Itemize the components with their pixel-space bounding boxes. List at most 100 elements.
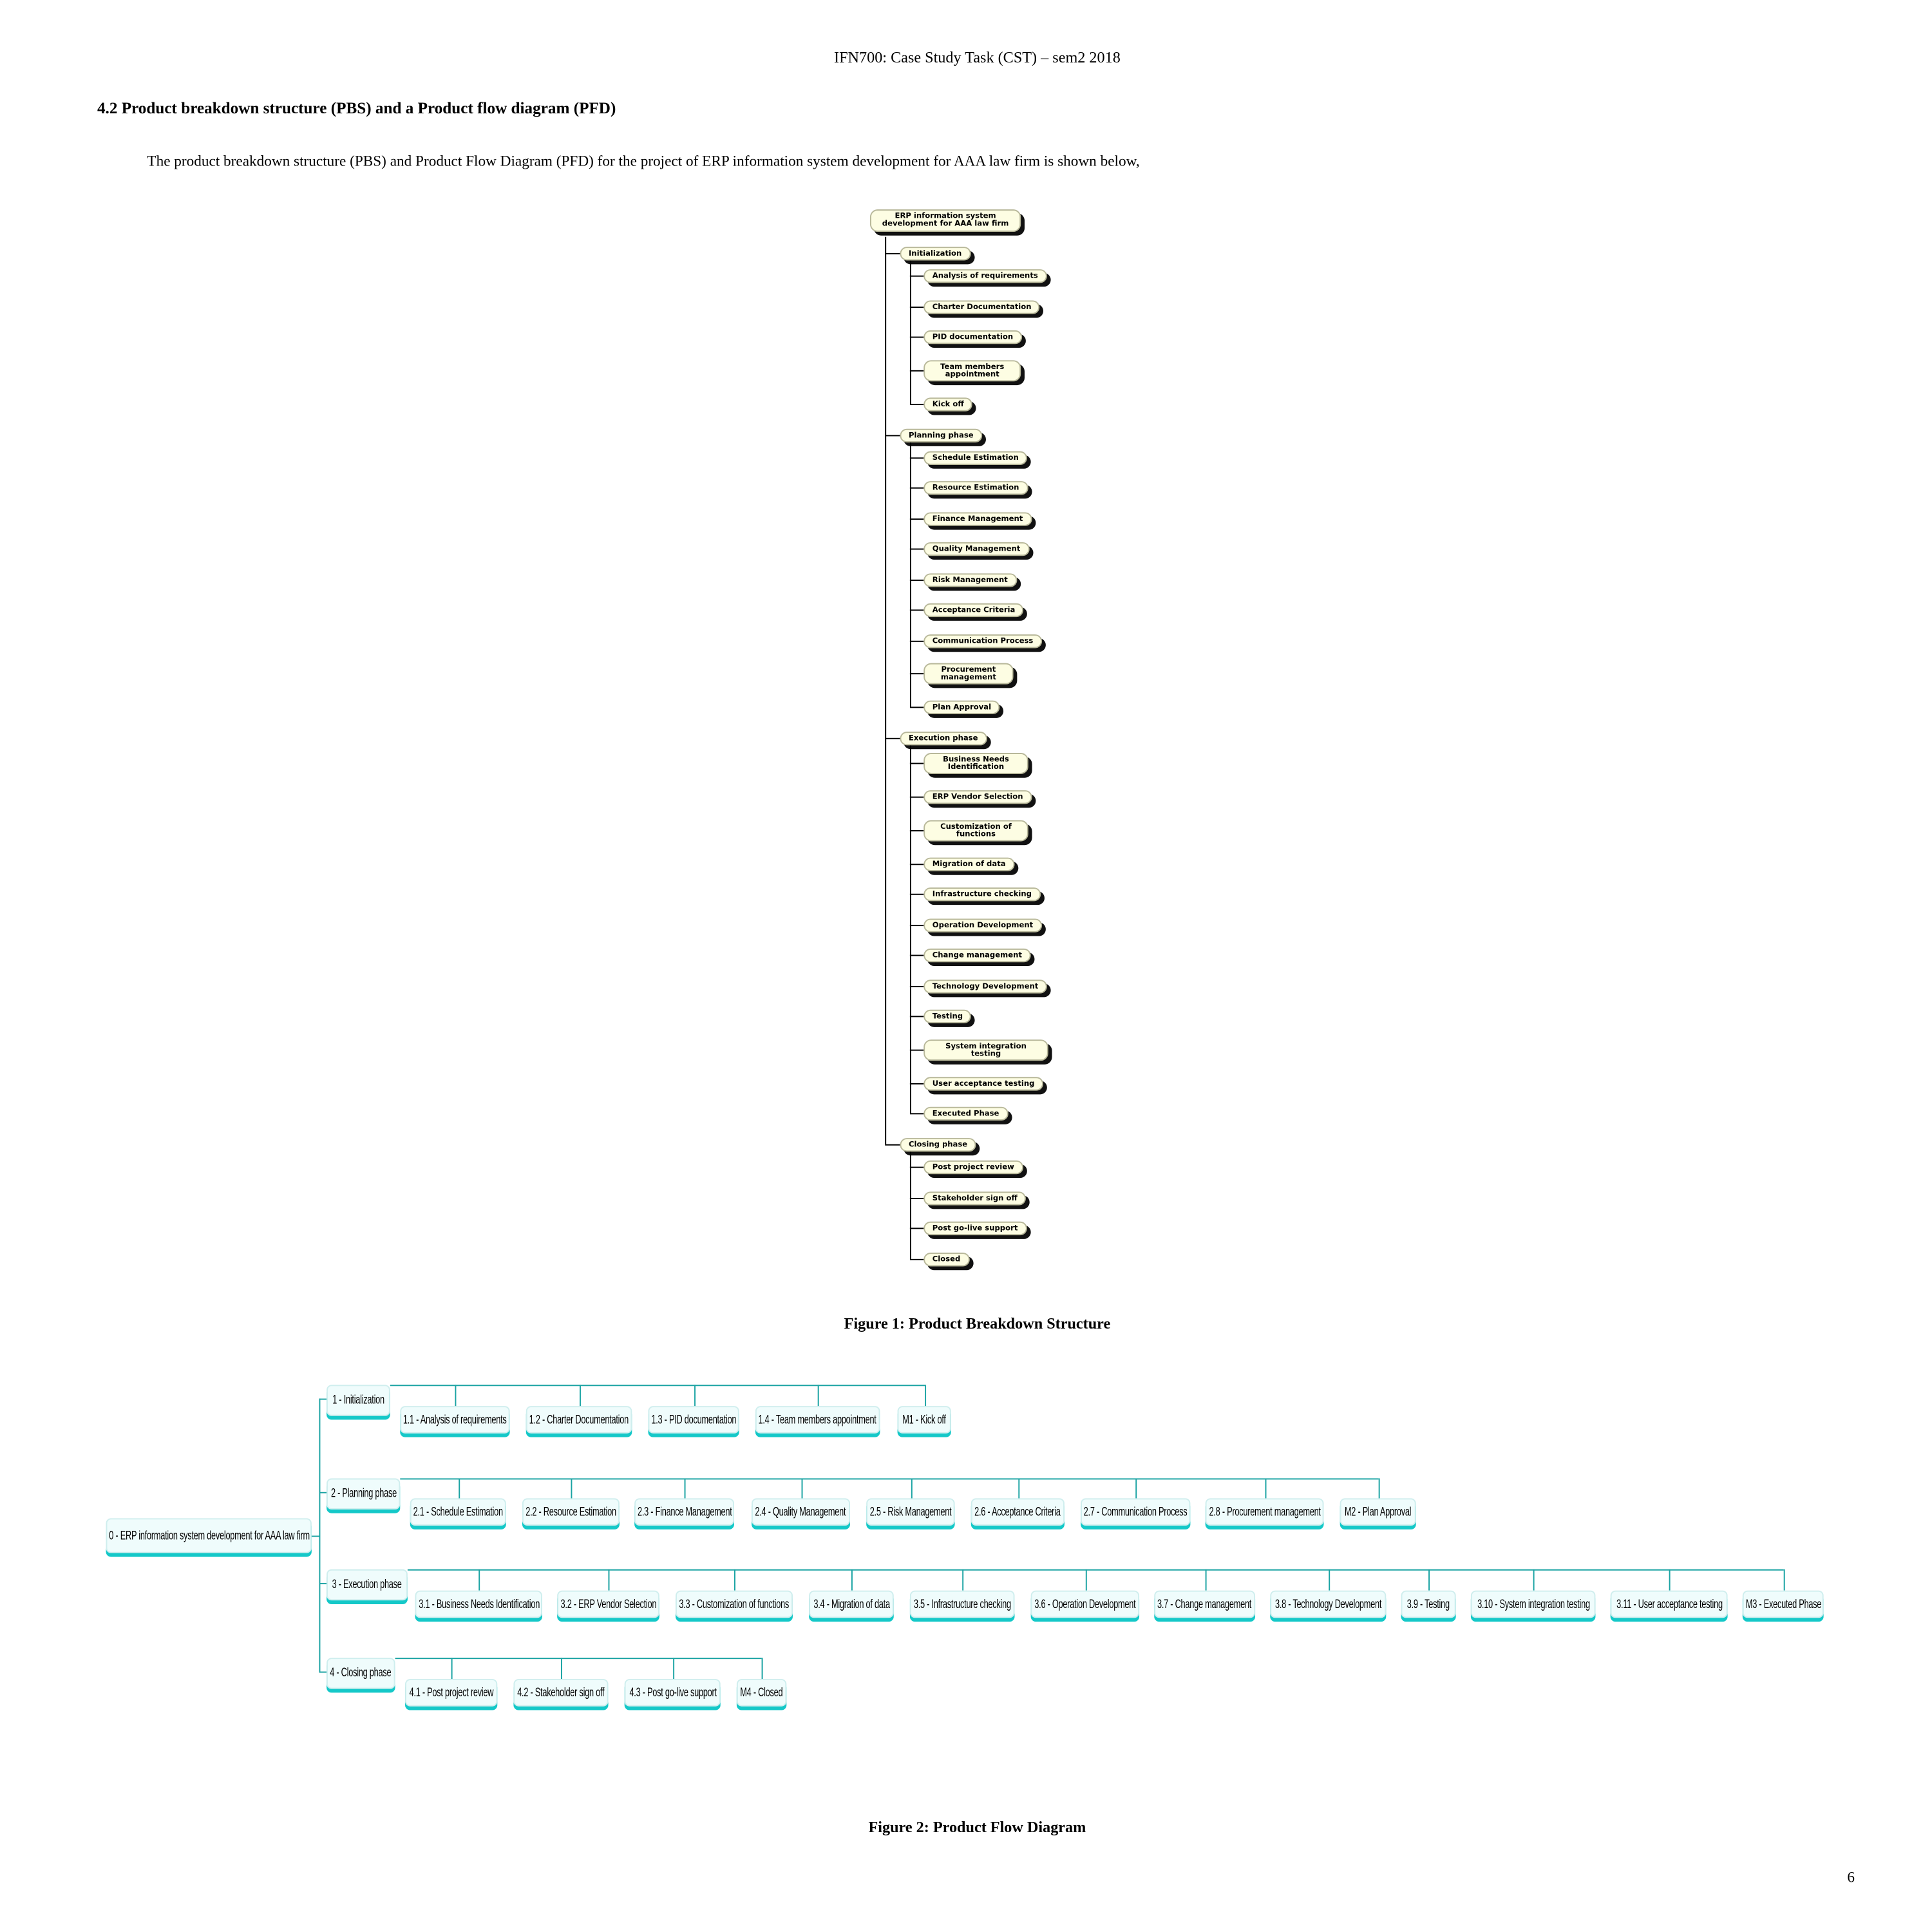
pbs-connector xyxy=(885,434,900,436)
pfd-drop-line xyxy=(962,1569,964,1591)
pbs-connector xyxy=(909,796,924,799)
pfd-drop-line xyxy=(1533,1569,1535,1591)
pbs-item-node: Schedule Estimation xyxy=(923,450,1028,464)
pfd-item-label: 2.6 - Acceptance Criteria xyxy=(974,1505,1061,1519)
document-page: IFN700: Case Study Task (CST) – sem2 201… xyxy=(0,0,1932,1932)
pfd-item-label: 3.6 - Operation Development xyxy=(1034,1597,1136,1611)
pbs-connector xyxy=(909,548,924,550)
page-number: 6 xyxy=(1847,1868,1855,1886)
pbs-item-node: ERP Vendor Selection xyxy=(923,790,1032,804)
pfd-item-node: 2.2 - Resource Estimation xyxy=(522,1498,620,1526)
pbs-connector xyxy=(909,954,924,956)
pfd-item-label: 3.8 - Technology Development xyxy=(1274,1597,1381,1611)
pfd-drop-line xyxy=(1084,1569,1086,1591)
pfd-item-node: 3.4 - Migration of data xyxy=(809,1590,894,1618)
pbs-root-node: ERP information system development for A… xyxy=(869,209,1021,232)
pbs-connector xyxy=(909,639,924,642)
pfd-drop-line xyxy=(1428,1569,1430,1591)
pbs-connector xyxy=(909,1113,924,1115)
pfd-item-node: M1 - Kick off xyxy=(897,1406,951,1434)
pfd-item-label: 3.2 - ERP Vendor Selection xyxy=(560,1597,656,1611)
pbs-item-node: Risk Management xyxy=(923,573,1017,587)
pfd-drop-line xyxy=(1328,1569,1330,1591)
pbs-item-node: Quality Management xyxy=(923,542,1029,556)
pfd-item-label: 2.8 - Procurement management xyxy=(1208,1505,1321,1519)
pfd-item-node: M3 - Executed Phase xyxy=(1742,1590,1824,1618)
pfd-drop-line xyxy=(579,1385,580,1406)
pfd-item-label: 3.9 - Testing xyxy=(1407,1597,1450,1611)
pbs-item-node: Executed Phase xyxy=(923,1106,1008,1121)
figure2-caption: Figure 2: Product Flow Diagram xyxy=(868,1818,1086,1836)
pfd-phase-label: 3 - Execution phase xyxy=(332,1578,402,1592)
pbs-connector xyxy=(909,1197,924,1199)
pbs-connector xyxy=(909,1227,924,1229)
pfd-item-label: 2.1 - Schedule Estimation xyxy=(413,1505,503,1519)
pfd-item-label: M1 - Kick off xyxy=(902,1412,946,1427)
pfd-item-node: 1.3 - PID documentation xyxy=(648,1406,739,1434)
pfd-item-node: 3.8 - Technology Development xyxy=(1270,1590,1387,1618)
pfd-item-node: 2.3 - Finance Management xyxy=(634,1498,735,1526)
pfd-drop-line xyxy=(910,1478,912,1499)
pfd-phase-connector xyxy=(319,1671,327,1673)
pfd-drop-line xyxy=(1669,1569,1671,1591)
pfd-item-label: M3 - Executed Phase xyxy=(1745,1597,1821,1611)
pbs-item-node: Kick off xyxy=(923,397,973,411)
pbs-phase-node: Initialization xyxy=(900,247,971,261)
pbs-connector xyxy=(909,518,924,520)
pbs-item-node: System integration testing xyxy=(923,1039,1048,1061)
pfd-bus-line xyxy=(390,1385,925,1387)
pfd-drop-line xyxy=(560,1658,562,1680)
pfd-item-label: 2.7 - Communication Process xyxy=(1083,1505,1188,1519)
pfd-item-label: 2.5 - Risk Management xyxy=(869,1505,952,1519)
pfd-phase-label: 1 - Initialization xyxy=(332,1393,384,1408)
pfd-item-label: M2 - Plan Approval xyxy=(1345,1505,1412,1519)
pfd-drop-line xyxy=(734,1569,735,1591)
pbs-connector xyxy=(909,924,924,926)
pfd-drop-line xyxy=(800,1478,802,1499)
pfd-item-label: 3.7 - Change management xyxy=(1157,1597,1252,1611)
pbs-item-node: Procurement management xyxy=(923,663,1014,685)
pfd-item-node: 1.4 - Team members appointment xyxy=(755,1406,880,1434)
pfd-bus-line xyxy=(395,1658,762,1660)
pfd-item-label: 3.5 - Infrastructure checking xyxy=(913,1597,1011,1611)
pfd-item-label: 2.4 - Quality Management xyxy=(755,1505,847,1519)
pfd-phase-connector xyxy=(319,1583,327,1585)
pbs-item-node: Testing xyxy=(923,1009,972,1024)
pfd-item-node: 3.5 - Infrastructure checking xyxy=(909,1590,1015,1618)
pfd-item-node: 3.9 - Testing xyxy=(1401,1590,1456,1618)
pfd-drop-line xyxy=(672,1658,674,1680)
pfd-item-label: 1.3 - PID documentation xyxy=(651,1412,737,1427)
pfd-item-node: 4.1 - Post project review xyxy=(405,1679,498,1707)
pfd-phase-node: 1 - Initialization xyxy=(327,1385,390,1416)
pfd-item-node: 1.2 - Charter Documentation xyxy=(526,1406,632,1434)
pfd-item-node: 4.3 - Post go-live support xyxy=(624,1679,721,1707)
pfd-item-node: 3.11 - User acceptance testing xyxy=(1610,1590,1728,1618)
pfd-phase-node: 2 - Planning phase xyxy=(327,1478,401,1510)
pbs-item-node: Team members appointment xyxy=(923,359,1021,381)
pfd-phase-label: 4 - Closing phase xyxy=(330,1666,392,1681)
pfd-phase-connector xyxy=(319,1398,327,1400)
pfd-drop-line xyxy=(571,1478,573,1499)
pbs-item-node: Customization of functions xyxy=(923,819,1028,841)
pfd-phase-node: 4 - Closing phase xyxy=(327,1658,395,1689)
pfd-item-label: 4.1 - Post project review xyxy=(409,1685,493,1700)
pfd-bus-line xyxy=(400,1478,1378,1480)
pbs-item-node: Post project review xyxy=(923,1160,1023,1175)
pfd-item-node: 3.10 - System integration testing xyxy=(1470,1590,1596,1618)
pbs-branch-line xyxy=(909,442,912,707)
pfd-item-label: 4.3 - Post go-live support xyxy=(629,1685,717,1700)
pbs-connector xyxy=(909,579,924,581)
pbs-branch-line xyxy=(909,745,912,1113)
pfd-item-node: 2.7 - Communication Process xyxy=(1081,1498,1191,1526)
pfd-drop-line xyxy=(684,1478,686,1499)
pfd-item-node: 3.7 - Change management xyxy=(1154,1590,1256,1618)
pbs-branch-line xyxy=(909,260,912,404)
pfd-drop-line xyxy=(851,1569,853,1591)
pfd-item-label: 1.4 - Team members appointment xyxy=(759,1412,877,1427)
pbs-item-node: Resource Estimation xyxy=(923,481,1028,495)
pfd-item-label: 1.1 - Analysis of requirements xyxy=(403,1412,507,1427)
pfd-item-label: M4 - Closed xyxy=(740,1685,783,1700)
pfd-drop-line xyxy=(1135,1478,1137,1499)
pfd-drop-line xyxy=(924,1385,926,1406)
pbs-connector xyxy=(909,306,924,308)
